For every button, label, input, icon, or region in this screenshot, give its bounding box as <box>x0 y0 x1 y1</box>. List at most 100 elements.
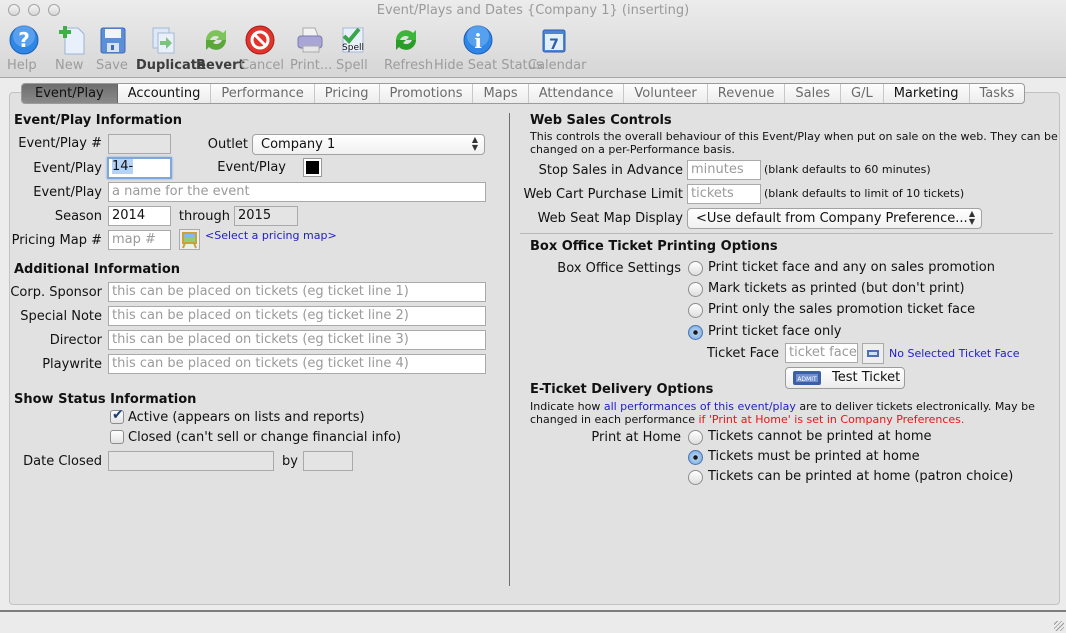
stop-sales-hint: (blank defaults to 60 minutes) <box>764 163 931 176</box>
event-code-value: 14- <box>112 159 134 174</box>
corp-sponsor-input[interactable]: this can be placed on tickets (eg ticket… <box>108 282 486 302</box>
closed-checkbox[interactable] <box>110 430 124 444</box>
box-office-option-radio-3[interactable] <box>688 303 703 318</box>
additional-info-heading: Additional Information <box>14 262 181 277</box>
tab-revenue[interactable]: Revenue <box>708 84 786 103</box>
status-bar <box>0 612 1066 633</box>
season-input[interactable]: 2014 <box>108 206 171 226</box>
event-name-label: Event/Play <box>33 185 102 200</box>
event-color-swatch[interactable] <box>303 158 322 177</box>
cart-limit-label: Web Cart Purchase Limit <box>523 187 684 202</box>
tab-tasks[interactable]: Tasks <box>970 84 1025 103</box>
eticket-desc-line2-text: changed in each performance <box>530 413 699 426</box>
print-button[interactable]: Print... <box>290 24 332 73</box>
active-checkbox[interactable] <box>110 407 124 424</box>
season-label: Season <box>54 209 102 224</box>
tab-gl[interactable]: G/L <box>841 84 884 103</box>
svg-text:i: i <box>474 29 482 53</box>
window-titlebar: Event/Plays and Dates {Company 1} (inser… <box>0 0 1066 78</box>
pricing-map-input[interactable]: map # <box>108 230 171 250</box>
cart-limit-hint: (blank defaults to limit of 10 tickets) <box>764 187 965 200</box>
spell-button[interactable]: Spell Spell <box>336 24 370 73</box>
select-pricing-map-link[interactable]: <Select a pricing map> <box>205 229 337 242</box>
web-sales-description-line2: changed on a per-Performance basis. <box>530 143 735 156</box>
outlet-select[interactable]: Company 1 ▲ ▼ <box>252 134 485 155</box>
tab-attendance[interactable]: Attendance <box>529 84 625 103</box>
new-document-icon <box>56 24 88 56</box>
color-swatch-fill <box>306 161 319 174</box>
ticket-icon <box>867 350 879 357</box>
print-home-option-radio-2[interactable] <box>688 450 703 465</box>
special-note-input[interactable]: this can be placed on tickets (eg ticket… <box>108 306 486 326</box>
test-ticket-button[interactable]: ADMIT Test Ticket <box>785 367 905 389</box>
eticket-desc-warning: if 'Print at Home' is set in Company Pre… <box>698 413 965 426</box>
resize-grip-icon[interactable] <box>1054 621 1064 631</box>
eticket-desc-text: Indicate how <box>530 400 604 413</box>
seat-map-display-value: <Use default from Company Preference... <box>696 211 968 226</box>
closed-by-label: by <box>282 454 298 469</box>
box-office-option-radio-4[interactable] <box>688 325 703 340</box>
event-color-label: Event/Play <box>217 160 286 175</box>
hide-seat-status-button[interactable]: i Hide Seat Status <box>434 24 543 73</box>
svg-text:7: 7 <box>549 37 559 53</box>
eticket-description-line2: changed in each performance if 'Print at… <box>530 413 964 426</box>
date-closed-label: Date Closed <box>23 454 102 469</box>
ticket-face-picker-button[interactable] <box>862 343 884 364</box>
print-home-option-label-3: Tickets can be printed at home (patron c… <box>708 469 1014 484</box>
special-note-label: Special Note <box>20 309 102 324</box>
cart-limit-input[interactable]: tickets <box>687 184 761 204</box>
tab-sales[interactable]: Sales <box>785 84 841 103</box>
section-separator <box>520 233 1053 234</box>
closed-checkbox-label: Closed (can't sell or change financial i… <box>128 430 402 445</box>
director-input[interactable]: this can be placed on tickets (eg ticket… <box>108 330 486 350</box>
cancel-button[interactable]: Cancel <box>240 24 284 73</box>
box-office-option-label-1: Print ticket face and any on sales promo… <box>708 260 995 275</box>
revert-arrows-icon <box>200 24 232 56</box>
tab-maps[interactable]: Maps <box>473 84 529 103</box>
svg-text:?: ? <box>18 28 30 52</box>
help-button[interactable]: ? Help <box>7 24 41 73</box>
printer-icon <box>294 24 326 56</box>
print-at-home-label: Print at Home <box>591 430 681 445</box>
calendar-button[interactable]: 7 Calendar <box>528 24 586 73</box>
playwrite-label: Playwrite <box>42 357 102 372</box>
print-home-option-radio-1[interactable] <box>688 430 703 445</box>
box-office-option-radio-2[interactable] <box>688 282 703 297</box>
help-icon: ? <box>8 24 40 56</box>
event-name-input[interactable]: a name for the event <box>108 182 486 202</box>
revert-button[interactable]: Revert <box>196 24 245 73</box>
duplicate-button[interactable]: Duplicate <box>136 24 206 73</box>
pricing-map-picker-button[interactable] <box>179 229 200 250</box>
box-office-heading: Box Office Ticket Printing Options <box>530 239 778 254</box>
event-number-label: Event/Play # <box>18 136 102 151</box>
tab-performance[interactable]: Performance <box>211 84 315 103</box>
tab-marketing[interactable]: Marketing <box>884 84 970 103</box>
outlet-select-value: Company 1 <box>261 137 336 152</box>
window-title: Event/Plays and Dates {Company 1} (inser… <box>376 3 690 18</box>
show-status-heading: Show Status Information <box>14 392 197 407</box>
tab-volunteer[interactable]: Volunteer <box>624 84 708 103</box>
print-home-option-label-1: Tickets cannot be printed at home <box>708 429 932 444</box>
tab-event-play[interactable]: Event/Play <box>22 84 118 103</box>
event-code-input[interactable]: 14- <box>107 157 172 179</box>
print-home-option-label-2: Tickets must be printed at home <box>708 449 920 464</box>
ticket-face-input[interactable]: ticket face <box>785 343 858 363</box>
stop-sales-input[interactable]: minutes <box>687 160 761 180</box>
corp-sponsor-label: Corp. Sponsor <box>10 285 102 300</box>
refresh-button[interactable]: Refresh <box>384 24 433 73</box>
eticket-desc-text-end: are to deliver tickets electronically. M… <box>795 400 1035 413</box>
print-home-option-radio-3[interactable] <box>688 470 703 485</box>
tab-promotions[interactable]: Promotions <box>380 84 474 103</box>
seat-map-display-label: Web Seat Map Display <box>537 211 683 226</box>
tab-accounting[interactable]: Accounting <box>118 84 212 103</box>
box-office-option-radio-1[interactable] <box>688 261 703 276</box>
test-ticket-label: Test Ticket <box>832 370 901 385</box>
playwrite-input[interactable]: this can be placed on tickets (eg ticket… <box>108 354 486 374</box>
eticket-description-line1: Indicate how all performances of this ev… <box>530 400 1035 413</box>
stop-sales-label: Stop Sales in Advance <box>538 163 683 178</box>
tab-pricing[interactable]: Pricing <box>315 84 380 103</box>
seat-map-display-select[interactable]: <Use default from Company Preference... … <box>687 208 982 229</box>
save-button[interactable]: Save <box>96 24 130 73</box>
new-button[interactable]: New <box>55 24 89 73</box>
floppy-disk-icon <box>97 24 129 56</box>
